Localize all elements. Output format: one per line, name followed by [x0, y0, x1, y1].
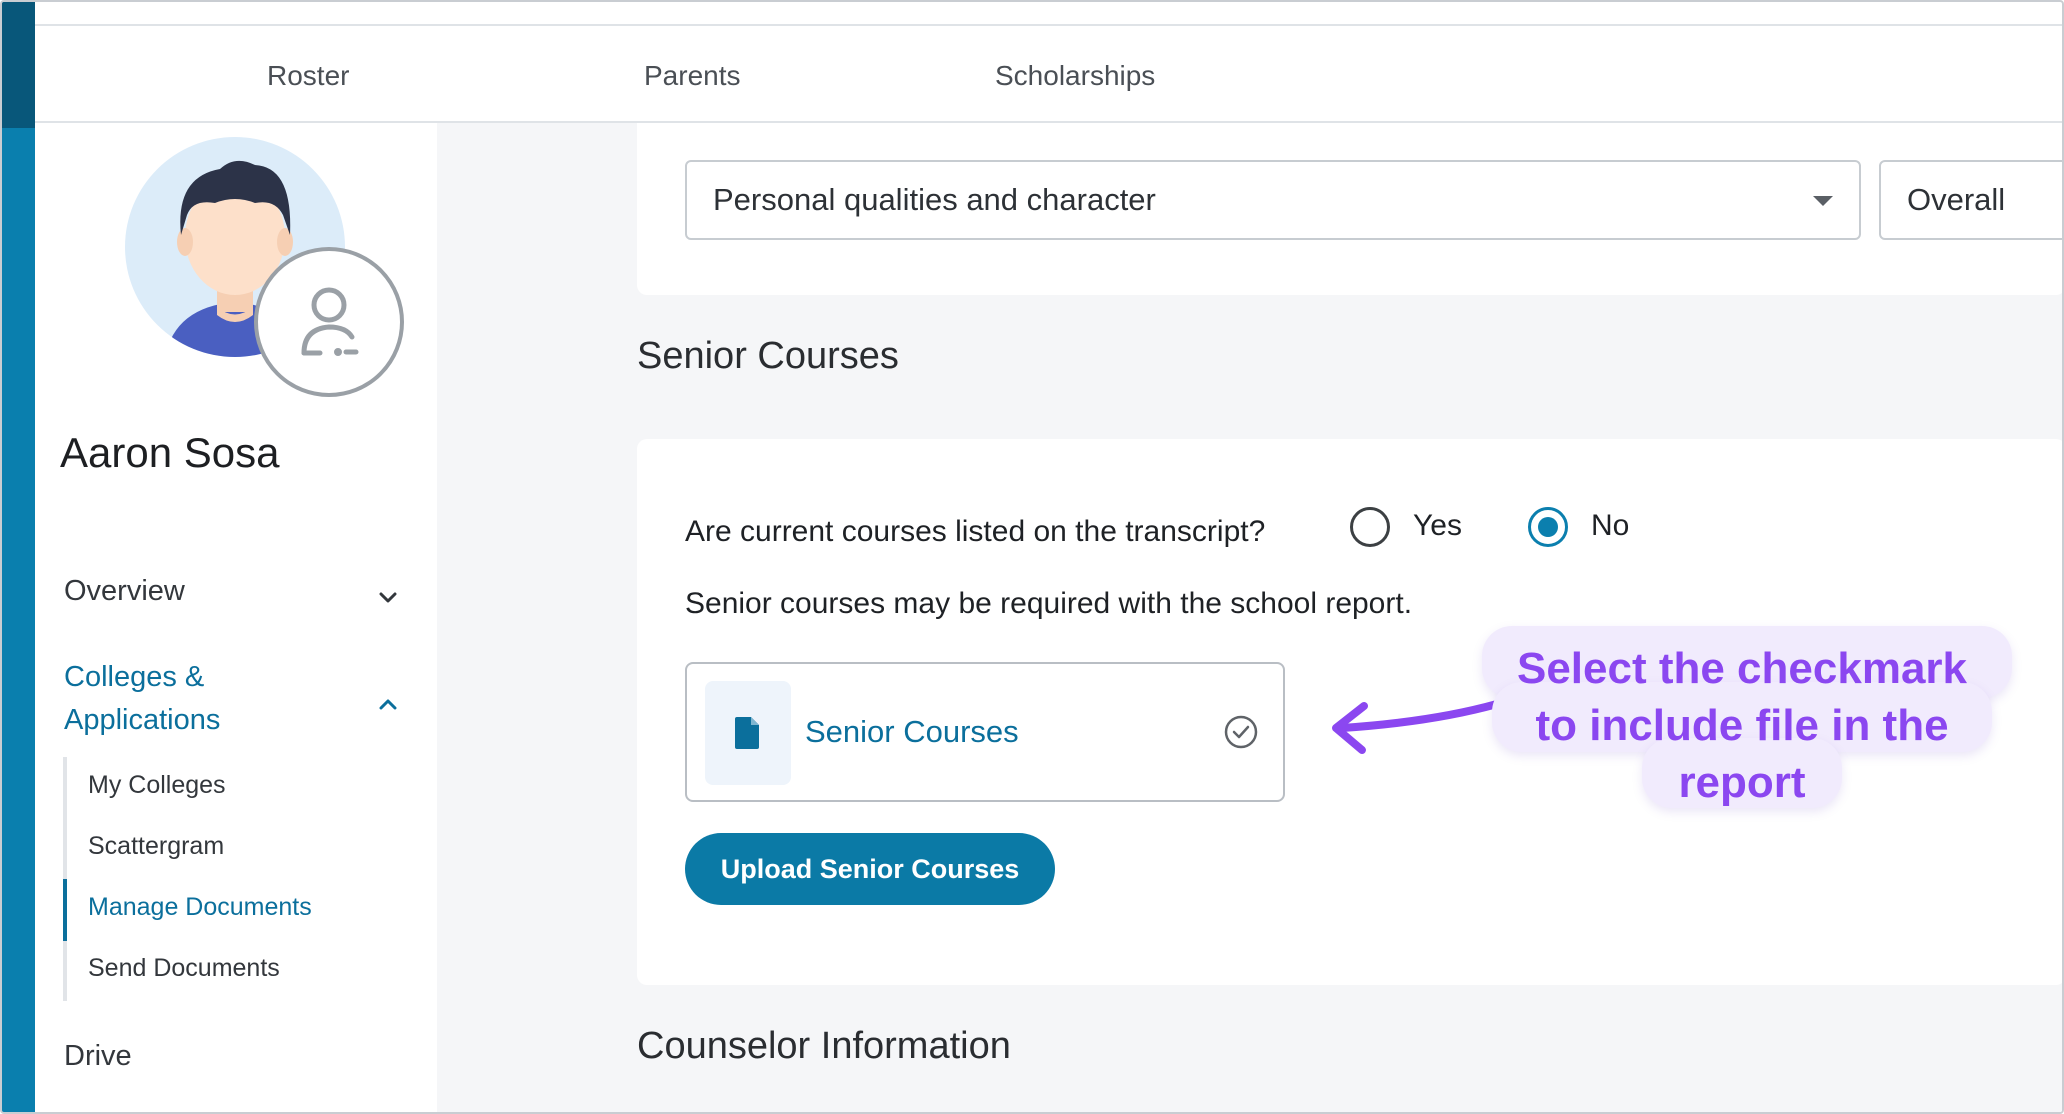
sidebar-item-manage-documents[interactable]: Manage Documents — [88, 893, 312, 922]
radio-yes-label[interactable]: Yes — [1413, 509, 1462, 543]
caret-down-icon — [1813, 196, 1833, 206]
annotation-arrow-icon — [1332, 700, 1501, 754]
sidebar-item-overview[interactable]: Overview — [64, 575, 185, 608]
counselor-information-title: Counselor Information — [637, 1025, 1011, 1067]
sidebar-item-colleges-line2[interactable]: Applications — [64, 704, 220, 737]
left-rail-header — [2, 2, 35, 128]
tab-roster[interactable]: Roster — [267, 60, 349, 92]
annotation-text: Select the checkmark to include file in … — [1482, 640, 2002, 811]
sidebar-item-drive[interactable]: Drive — [64, 1040, 132, 1073]
senior-courses-hint: Senior courses may be required with the … — [685, 587, 1413, 620]
sidebar-item-colleges-line1[interactable]: Colleges & — [64, 661, 204, 694]
checkmark-circle-icon[interactable] — [1223, 714, 1259, 750]
annotation-line-2: to include file in the — [1535, 701, 1949, 750]
radio-yes[interactable] — [1350, 507, 1390, 547]
file-name-link[interactable]: Senior Courses — [805, 714, 1019, 750]
rating-select[interactable]: Overall — [1879, 160, 2062, 240]
quality-select-value: Personal qualities and character — [713, 182, 1156, 217]
file-card[interactable]: Senior Courses — [685, 662, 1285, 802]
student-name: Aaron Sosa — [60, 429, 280, 476]
chevron-down-icon[interactable] — [373, 583, 403, 613]
transcript-question: Are current courses listed on the transc… — [685, 515, 1266, 548]
tab-scholarships[interactable]: Scholarships — [995, 60, 1155, 92]
annotation-callout: Select the checkmark to include file in … — [1482, 626, 2042, 816]
upload-senior-courses-button[interactable]: Upload Senior Courses — [685, 833, 1055, 905]
user-profile-icon[interactable] — [254, 247, 404, 397]
sidebar: Aaron Sosa Overview Colleges & Applicati… — [35, 123, 437, 1112]
document-icon — [705, 681, 791, 785]
top-nav: Roster Parents Scholarships — [35, 24, 2062, 123]
subnav-active-indicator — [63, 879, 67, 941]
app-window: Roster Parents Scholarships Aaron Sosa O… — [0, 0, 2064, 1114]
tab-parents[interactable]: Parents — [644, 60, 741, 92]
avatar — [125, 137, 404, 397]
radio-no-label[interactable]: No — [1591, 509, 1629, 543]
sidebar-item-my-colleges[interactable]: My Colleges — [88, 771, 226, 800]
annotation-line-1: Select the checkmark — [1516, 644, 1968, 693]
rating-select-value: Overall — [1907, 182, 2006, 217]
filter-card: Personal qualities and character Overall — [637, 123, 2062, 295]
left-rail — [2, 2, 35, 1112]
radio-no[interactable] — [1528, 507, 1568, 547]
quality-select[interactable]: Personal qualities and character — [685, 160, 1861, 240]
sidebar-item-scattergram[interactable]: Scattergram — [88, 832, 224, 861]
main-content: Personal qualities and character Overall… — [437, 123, 2062, 1112]
annotation-line-3: report — [1678, 758, 1806, 807]
senior-courses-title: Senior Courses — [637, 335, 899, 377]
sidebar-item-send-documents[interactable]: Send Documents — [88, 954, 280, 983]
chevron-up-icon[interactable] — [373, 689, 403, 719]
